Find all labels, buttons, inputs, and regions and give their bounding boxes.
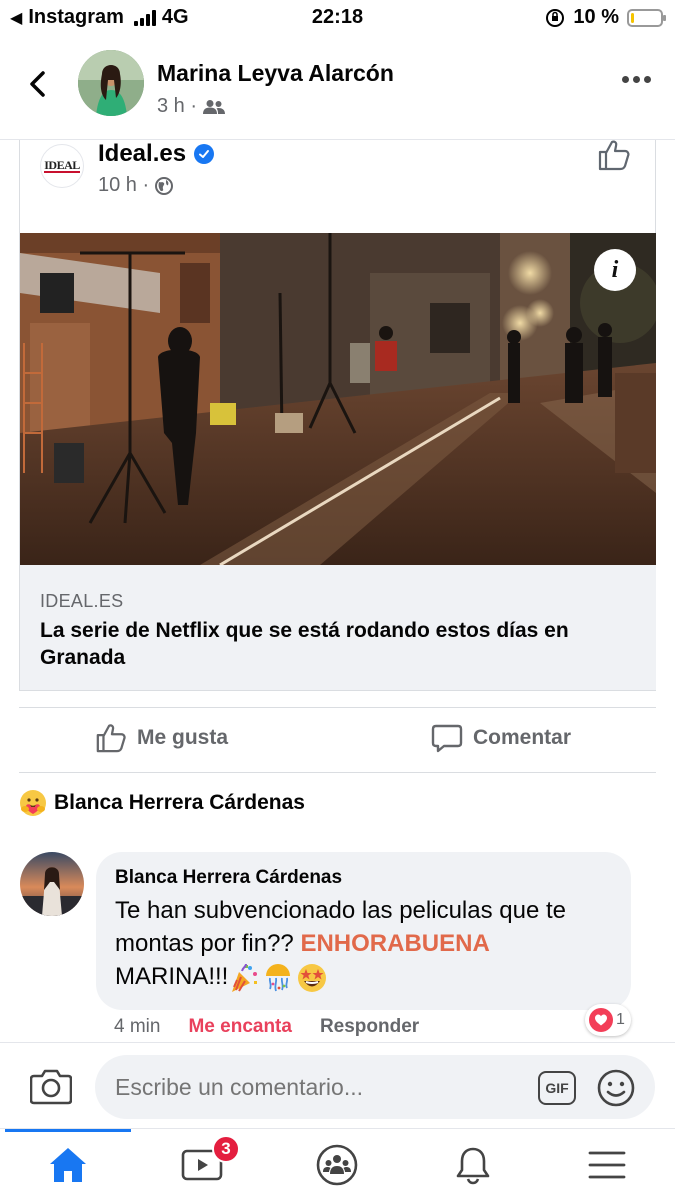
link-title: La serie de Netflix que se está rodando …	[40, 619, 569, 669]
comment-bubble-icon	[431, 724, 463, 753]
reply-button[interactable]: Responder	[320, 1016, 419, 1038]
like-label: Me gusta	[137, 726, 229, 749]
post-header: Marina Leyva Alarcón 3 h ·	[0, 36, 675, 140]
night-street-scene	[20, 233, 656, 565]
comment-bubble[interactable]: Blanca Herrera Cárdenas Te han subvencio…	[96, 852, 631, 1010]
star-struck-icon	[298, 963, 327, 992]
bell-icon	[456, 1147, 490, 1185]
post-actions: Me gusta Comentar	[19, 707, 656, 773]
thumbs-up-icon	[96, 724, 126, 753]
comment-button[interactable]: Comentar	[431, 722, 571, 754]
orientation-lock-icon	[546, 8, 565, 27]
author-name[interactable]: Marina Leyva Alarcón	[157, 60, 394, 87]
author-avatar-image	[78, 50, 144, 116]
comment-composer: GIF	[0, 1042, 675, 1130]
commenter-avatar[interactable]	[20, 852, 84, 916]
sticker-button[interactable]	[596, 1068, 636, 1113]
tab-notifications[interactable]	[451, 1143, 495, 1187]
comment-reaction-count[interactable]: 1	[585, 1004, 631, 1036]
thumbs-up-icon	[598, 140, 630, 171]
tab-home[interactable]	[46, 1143, 90, 1187]
page-logo-text: IDEAL	[44, 157, 80, 173]
page-name-row: Ideal.es	[98, 140, 215, 168]
battery-percent: 10 %	[573, 6, 619, 28]
page-like-button[interactable]	[597, 138, 631, 177]
comment-text: Te han subvencionado las peliculas que t…	[115, 894, 625, 994]
post-meta: 3 h ·	[157, 95, 226, 118]
reaction-count-value: 1	[616, 1011, 625, 1028]
comment-time: 4 min	[114, 1016, 161, 1037]
tab-menu[interactable]	[585, 1143, 629, 1187]
dot	[633, 76, 640, 83]
verified-badge-icon	[194, 144, 215, 164]
info-button[interactable]: i	[594, 249, 636, 291]
heart-icon	[589, 1008, 613, 1032]
comment-emojis	[228, 962, 328, 994]
menu-icon	[588, 1151, 626, 1179]
commenter-avatar-image	[20, 852, 84, 916]
confetti-ball-icon	[266, 963, 291, 991]
battery-icon	[627, 8, 666, 27]
video-badge: 3	[212, 1135, 240, 1163]
reaction-summary[interactable]: Blanca Herrera Cárdenas	[20, 790, 305, 816]
link-domain: IDEAL.ES	[40, 591, 124, 611]
groups-icon	[316, 1144, 358, 1186]
smiley-icon	[597, 1069, 635, 1107]
more-options-button[interactable]	[622, 76, 651, 83]
shared-post-time: 10 h ·	[98, 174, 150, 196]
gif-button[interactable]: GIF	[538, 1071, 576, 1105]
reactor-name[interactable]: Blanca Herrera Cárdenas	[54, 791, 305, 815]
page-name[interactable]: Ideal.es	[98, 140, 186, 168]
gif-label: GIF	[545, 1080, 569, 1096]
tab-watch[interactable]: 3	[180, 1135, 240, 1187]
care-reaction-icon	[20, 790, 46, 816]
link-preview[interactable]: IDEAL.ES La serie de Netflix que se está…	[20, 565, 656, 690]
comment-label: Comentar	[473, 726, 572, 749]
chevron-left-icon	[30, 71, 45, 97]
article-image[interactable]: i	[20, 233, 656, 565]
comment-text-after: MARINA!!!	[115, 963, 229, 990]
status-right: 10 %	[545, 6, 666, 29]
active-tab-indicator	[5, 1129, 131, 1132]
info-icon: i	[611, 256, 619, 283]
globe-icon	[155, 176, 174, 195]
friends-icon	[203, 99, 226, 114]
home-icon	[50, 1148, 86, 1182]
dot	[644, 76, 651, 83]
like-button[interactable]: Me gusta	[95, 722, 228, 754]
dot	[622, 76, 629, 83]
camera-button[interactable]	[29, 1067, 73, 1110]
back-button[interactable]	[20, 66, 56, 102]
page-logo[interactable]: IDEAL	[40, 144, 84, 188]
shared-post-card[interactable]: IDEAL Ideal.es 10 h · i IDEAL.ES La seri…	[19, 140, 656, 691]
battery-level	[631, 12, 634, 23]
author-avatar[interactable]	[78, 50, 144, 116]
love-reaction-button[interactable]: Me encanta	[188, 1016, 291, 1038]
comment-meta: 4 min Me encanta Responder	[114, 1016, 419, 1038]
camera-icon	[29, 1069, 73, 1105]
shared-post-meta: 10 h ·	[98, 174, 174, 197]
status-bar: ◀ Instagram 4G 22:18 10 %	[0, 0, 675, 36]
tab-groups[interactable]	[315, 1143, 359, 1187]
bottom-tab-bar: 3	[0, 1128, 675, 1200]
party-popper-icon	[232, 963, 258, 992]
comment-author[interactable]: Blanca Herrera Cárdenas	[115, 867, 342, 889]
comment-highlight: ENHORABUENA	[300, 930, 490, 957]
post-time: 3 h ·	[157, 95, 198, 117]
